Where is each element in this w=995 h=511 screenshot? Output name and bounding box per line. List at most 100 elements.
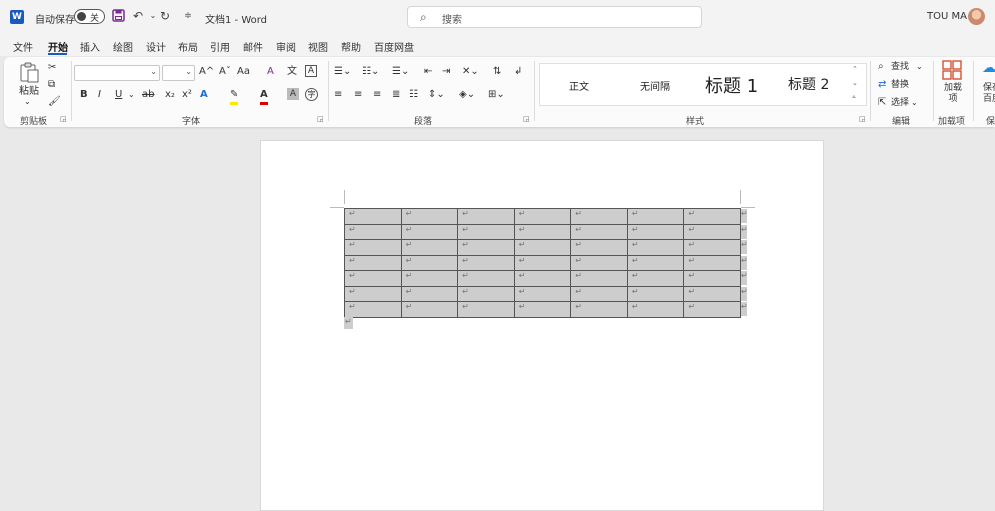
- font-color-icon[interactable]: A: [260, 88, 268, 105]
- styles-more-icon[interactable]: ⩡: [852, 93, 856, 102]
- table-cell[interactable]: ↵: [626, 254, 685, 271]
- paragraph-launcher-icon[interactable]: ◲: [523, 115, 530, 123]
- avatar[interactable]: [968, 8, 985, 25]
- tab-mailings[interactable]: 邮件: [243, 39, 263, 54]
- paste-dropdown-icon[interactable]: ⌄: [24, 95, 31, 109]
- justify-icon[interactable]: ≣: [392, 88, 400, 102]
- change-case-icon[interactable]: Aa: [237, 65, 250, 79]
- table-cell[interactable]: ↵: [513, 301, 572, 318]
- table-cell[interactable]: ↵: [457, 208, 515, 225]
- table-cell[interactable]: ↵: [626, 223, 685, 240]
- style-no-spacing[interactable]: 无间隔: [640, 78, 670, 93]
- table-cell[interactable]: ↵: [400, 223, 459, 240]
- borders-icon[interactable]: ⊞⌄: [488, 88, 505, 102]
- phonetic-guide-icon[interactable]: 文: [287, 65, 297, 79]
- table-cell[interactable]: ↵: [683, 301, 741, 318]
- bold-icon[interactable]: B: [80, 88, 88, 102]
- increase-indent-icon[interactable]: ⇥: [442, 65, 450, 79]
- asian-layout-icon[interactable]: ✕⌄: [462, 65, 479, 79]
- styles-scroll-down-icon[interactable]: ⌄: [852, 79, 858, 87]
- undo-icon[interactable]: ↶: [131, 9, 145, 23]
- table-cell[interactable]: ↵: [683, 239, 741, 256]
- table-cell[interactable]: ↵: [626, 239, 685, 256]
- tab-design[interactable]: 设计: [146, 39, 166, 54]
- table-cell[interactable]: ↵: [683, 270, 741, 287]
- table-cell[interactable]: ↵: [626, 270, 685, 287]
- baidu-save-button[interactable]: 保存百度: [980, 83, 995, 105]
- style-heading-1[interactable]: 标题 1: [705, 72, 758, 98]
- table-cell[interactable]: ↵: [570, 285, 628, 302]
- table-cell[interactable]: ↵: [683, 208, 741, 225]
- select-button[interactable]: 选择: [891, 96, 909, 110]
- table-cell[interactable]: ↵: [344, 239, 402, 256]
- font-size-combo[interactable]: ⌄: [162, 65, 195, 81]
- document-table[interactable]: ↵ ↵ ↵ ↵ ↵ ↵ ↵ ↵ ↵ ↵ ↵ ↵ ↵ ↵ ↵ ↵ ↵ ↵ ↵ ↵ ↵ ↵ ↵ ↵ ↵ ↵ ↵ ↵ ↵ ↵ ↵ ↵ ↵ ↵ ↵ ↵ ↵ ↵ ↵ ↵…: [344, 208, 741, 318]
- paragraph-mark[interactable]: ↵: [344, 317, 353, 329]
- table-cell[interactable]: ↵: [570, 254, 628, 271]
- italic-icon[interactable]: I: [98, 88, 101, 102]
- find-dropdown-icon[interactable]: ⌄: [916, 60, 923, 74]
- redo-icon[interactable]: ↻: [158, 9, 172, 23]
- enclose-char-icon[interactable]: 字: [305, 88, 318, 101]
- show-marks-icon[interactable]: ↲: [514, 65, 522, 79]
- table-cell[interactable]: ↵: [513, 208, 572, 225]
- font-launcher-icon[interactable]: ◲: [317, 115, 324, 123]
- table-cell[interactable]: ↵: [570, 208, 628, 225]
- decrease-indent-icon[interactable]: ⇤: [424, 65, 432, 79]
- shrink-font-icon[interactable]: Aˇ: [219, 65, 231, 79]
- tab-file[interactable]: 文件: [13, 39, 33, 54]
- find-button[interactable]: 查找: [891, 60, 909, 74]
- table-cell[interactable]: ↵: [513, 285, 572, 302]
- align-left-icon[interactable]: ≡: [334, 88, 342, 102]
- tab-references[interactable]: 引用: [210, 39, 230, 54]
- replace-button[interactable]: 替换: [891, 78, 909, 92]
- paste-icon[interactable]: [18, 61, 40, 83]
- table-cell[interactable]: ↵: [457, 239, 515, 256]
- shading-icon[interactable]: ◈⌄: [459, 88, 475, 102]
- char-shading-icon[interactable]: A: [287, 88, 299, 100]
- align-right-icon[interactable]: ≡: [373, 88, 381, 102]
- table-cell[interactable]: ↵: [344, 208, 402, 225]
- find-icon[interactable]: ⌕: [878, 60, 884, 74]
- table-cell[interactable]: ↵: [683, 285, 741, 302]
- tab-draw[interactable]: 绘图: [113, 39, 133, 54]
- grow-font-icon[interactable]: A^: [199, 65, 214, 79]
- table-cell[interactable]: ↵: [400, 285, 459, 302]
- copy-icon[interactable]: ⧉: [48, 78, 55, 92]
- styles-scroll-up-icon[interactable]: ⌃: [852, 65, 858, 73]
- styles-launcher-icon[interactable]: ◲: [859, 115, 866, 123]
- font-name-combo[interactable]: ⌄: [74, 65, 160, 81]
- autosave-toggle[interactable]: 关: [74, 9, 105, 24]
- sort-icon[interactable]: ⇅: [493, 65, 501, 79]
- table-cell[interactable]: ↵: [683, 223, 741, 240]
- tab-view[interactable]: 视图: [308, 39, 328, 54]
- cut-icon[interactable]: ✂: [48, 61, 56, 75]
- style-normal[interactable]: 正文: [569, 78, 589, 93]
- select-dropdown-icon[interactable]: ⌄: [911, 96, 918, 110]
- table-cell[interactable]: ↵: [457, 301, 515, 318]
- distributed-icon[interactable]: ☷: [409, 88, 418, 102]
- table-cell[interactable]: ↵: [513, 239, 572, 256]
- char-border-icon[interactable]: A: [305, 65, 317, 77]
- table-cell[interactable]: ↵: [626, 208, 685, 225]
- save-icon[interactable]: [111, 9, 125, 23]
- table-cell[interactable]: ↵: [344, 270, 402, 287]
- table-cell[interactable]: ↵: [570, 270, 628, 287]
- table-cell[interactable]: ↵: [400, 270, 459, 287]
- styles-gallery[interactable]: 正文 无间隔 标题 1 标题 2: [539, 63, 867, 106]
- tab-help[interactable]: 帮助: [341, 39, 361, 54]
- table-cell[interactable]: ↵: [513, 270, 572, 287]
- table-cell[interactable]: ↵: [400, 208, 459, 225]
- tab-insert[interactable]: 插入: [80, 39, 100, 54]
- table-cell[interactable]: ↵: [344, 301, 402, 318]
- table-cell[interactable]: ↵: [400, 254, 459, 271]
- underline-dropdown-icon[interactable]: ⌄: [128, 88, 135, 102]
- text-effects-icon[interactable]: A: [200, 88, 208, 102]
- tab-baidu-netdisk[interactable]: 百度网盘: [374, 39, 414, 54]
- highlight-icon[interactable]: ✎: [230, 88, 239, 105]
- strikethrough-icon[interactable]: ab: [142, 88, 154, 102]
- select-icon[interactable]: ⇱: [878, 96, 886, 110]
- addins-button[interactable]: 加载项: [941, 83, 965, 105]
- style-heading-2[interactable]: 标题 2: [788, 74, 829, 94]
- baidu-save-icon[interactable]: ☁: [982, 61, 995, 75]
